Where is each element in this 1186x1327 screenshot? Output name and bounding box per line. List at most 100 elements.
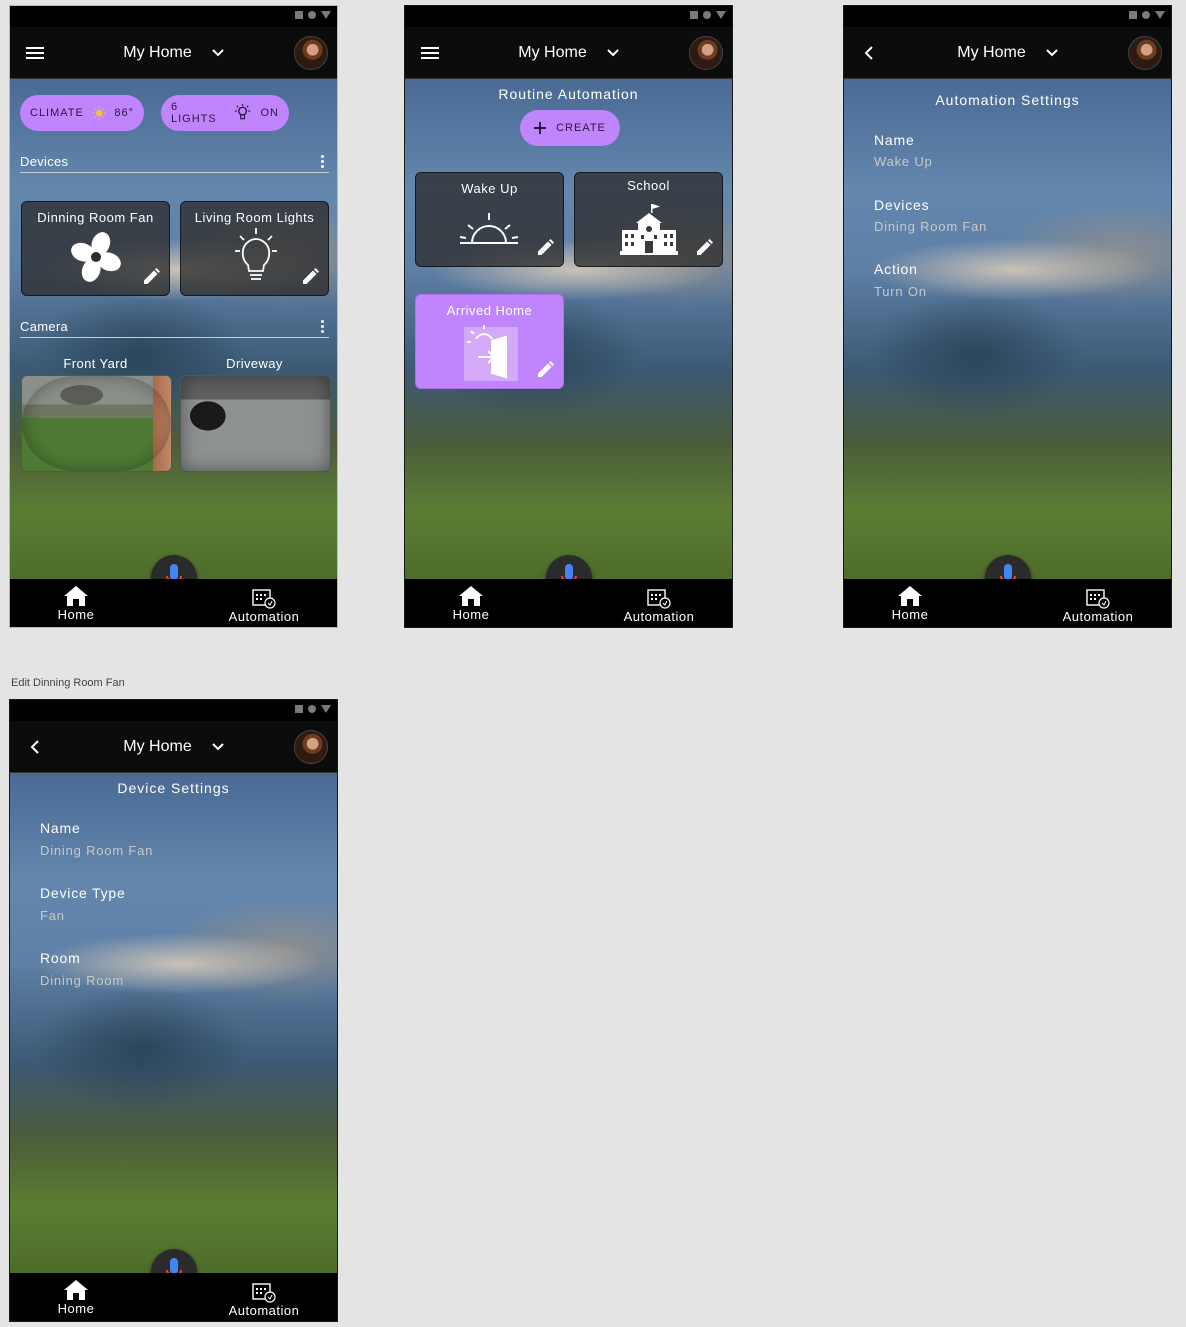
nav-automation[interactable]: Automation <box>1056 587 1140 624</box>
sun-icon <box>92 106 106 120</box>
sunrise-icon <box>459 213 519 244</box>
page-title: Automation Settings <box>935 92 1080 108</box>
device-name: Living Room Lights <box>194 210 315 225</box>
home-circle-icon <box>308 705 316 713</box>
routine-card-school[interactable]: School <box>574 172 723 267</box>
avatar[interactable] <box>294 36 328 70</box>
automation-screen: My Home Routine Automation CREATE Wake U… <box>404 5 733 628</box>
camera-section-header: Camera <box>20 319 329 338</box>
calendar-automation-icon <box>252 1283 276 1303</box>
chip-value: 86° <box>114 107 134 119</box>
back-triangle-icon <box>716 11 726 19</box>
section-title: Devices <box>20 154 69 169</box>
nav-label: Automation <box>228 1303 300 1318</box>
device-card-lights[interactable]: Living Room Lights <box>180 201 329 296</box>
field-label: Name <box>874 132 915 148</box>
field-value[interactable]: Dining Room <box>40 973 124 988</box>
avatar[interactable] <box>1128 36 1162 70</box>
field-label: Action <box>874 261 918 277</box>
chip-value: ON <box>260 107 279 119</box>
avatar[interactable] <box>689 36 723 70</box>
home-circle-icon <box>308 11 316 19</box>
home-icon <box>64 1280 88 1300</box>
field-label: Devices <box>874 197 930 213</box>
home-content: CLIMATE 86° 6 LIGHTS ON Devices Dinning … <box>10 79 337 581</box>
nav-automation[interactable]: Automation <box>222 1281 306 1318</box>
field-label: Room <box>40 950 81 966</box>
routine-card-arrived-home[interactable]: Arrived Home <box>415 294 564 389</box>
nav-automation[interactable]: Automation <box>222 587 306 624</box>
bottom-nav: Home Automation <box>10 579 337 627</box>
nav-label: Automation <box>228 609 300 624</box>
routine-name: School <box>627 178 670 193</box>
routine-card-wake-up[interactable]: Wake Up <box>415 172 564 267</box>
more-options-icon[interactable] <box>321 155 325 168</box>
edit-pencil-icon[interactable] <box>535 238 555 258</box>
home-selector[interactable]: My Home <box>844 27 1171 78</box>
edit-pencil-icon[interactable] <box>141 267 161 287</box>
camera-label: Driveway <box>226 356 283 371</box>
page-title: Routine Automation <box>498 86 639 102</box>
more-options-icon[interactable] <box>321 320 325 333</box>
camera-feed-front-yard[interactable] <box>21 375 172 472</box>
lights-chip[interactable]: 6 LIGHTS ON <box>161 95 289 131</box>
plus-icon <box>534 122 547 134</box>
camera-feed-driveway[interactable] <box>180 375 331 472</box>
camera-label: Front Yard <box>63 356 128 371</box>
nav-label: Home <box>57 1301 95 1316</box>
home-icon <box>898 586 922 606</box>
routine-name: Wake Up <box>461 181 518 196</box>
status-bar <box>10 700 337 721</box>
app-title: My Home <box>957 43 1026 61</box>
back-triangle-icon <box>321 705 331 713</box>
app-bar: My Home <box>10 721 337 773</box>
lightbulb-icon <box>235 228 277 280</box>
device-settings-screen: My Home Device Settings Name Dining Room… <box>9 699 338 1322</box>
field-value[interactable]: Dining Room Fan <box>40 843 153 858</box>
nav-home[interactable]: Home <box>56 585 96 622</box>
lightbulb-icon <box>235 103 251 120</box>
device-name: Dinning Room Fan <box>37 210 154 225</box>
chevron-down-icon <box>1046 48 1058 56</box>
school-icon <box>620 204 678 255</box>
nav-label: Automation <box>1062 609 1134 624</box>
back-triangle-icon <box>321 11 331 19</box>
field-value[interactable]: Fan <box>40 908 65 923</box>
home-selector[interactable]: My Home <box>10 27 337 78</box>
calendar-automation-icon <box>252 589 276 609</box>
field-value[interactable]: Wake Up <box>874 154 933 169</box>
edit-pencil-icon[interactable] <box>300 267 320 287</box>
nav-label: Automation <box>623 609 695 624</box>
field-label: Name <box>40 820 81 836</box>
app-title: My Home <box>123 43 192 61</box>
create-routine-button[interactable]: CREATE <box>520 110 620 146</box>
nav-home[interactable]: Home <box>451 585 491 622</box>
nav-automation[interactable]: Automation <box>617 587 701 624</box>
nav-label: Home <box>452 607 490 622</box>
automation-settings-content: Automation Settings Name Wake Up Devices… <box>844 79 1171 581</box>
climate-chip[interactable]: CLIMATE 86° <box>20 95 144 131</box>
nav-label: Home <box>891 607 929 622</box>
page-title: Device Settings <box>117 780 230 796</box>
avatar[interactable] <box>294 730 328 764</box>
nav-home[interactable]: Home <box>890 585 930 622</box>
app-title: My Home <box>518 43 587 61</box>
status-bar <box>10 6 337 27</box>
bottom-nav: Home Automation <box>405 579 732 627</box>
edit-pencil-icon[interactable] <box>535 360 555 380</box>
home-selector[interactable]: My Home <box>405 27 732 78</box>
chevron-down-icon <box>212 742 224 750</box>
nav-home[interactable]: Home <box>56 1279 96 1316</box>
recent-apps-icon <box>295 11 303 19</box>
section-title: Camera <box>20 319 69 334</box>
chevron-down-icon <box>212 48 224 56</box>
edit-pencil-icon[interactable] <box>694 238 714 258</box>
device-card-fan[interactable]: Dinning Room Fan <box>21 201 170 296</box>
field-value[interactable]: Dining Room Fan <box>874 219 987 234</box>
field-value[interactable]: Turn On <box>874 284 927 299</box>
home-selector[interactable]: My Home <box>10 721 337 772</box>
calendar-automation-icon <box>647 589 671 609</box>
automation-settings-screen: My Home Automation Settings Name Wake Up… <box>843 5 1172 628</box>
app-title: My Home <box>123 737 192 755</box>
status-bar <box>844 6 1171 27</box>
